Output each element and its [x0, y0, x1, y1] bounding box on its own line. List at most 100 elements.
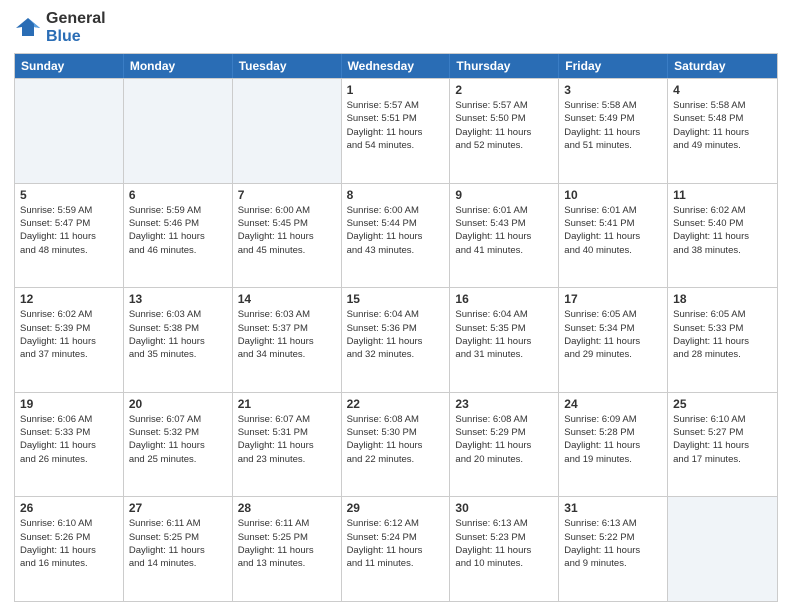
calendar-cell: 6 Sunrise: 5:59 AM Sunset: 5:46 PM Daylig…: [124, 184, 233, 288]
day-info: Sunrise: 5:59 AM Sunset: 5:46 PM Dayligh…: [129, 204, 227, 257]
day-number: 9: [455, 188, 553, 202]
day-info: Sunrise: 6:10 AM Sunset: 5:26 PM Dayligh…: [20, 517, 118, 570]
day-info: Sunrise: 6:05 AM Sunset: 5:33 PM Dayligh…: [673, 308, 772, 361]
day-info: Sunrise: 6:13 AM Sunset: 5:23 PM Dayligh…: [455, 517, 553, 570]
day-number: 23: [455, 397, 553, 411]
calendar-cell: 24Sunrise: 6:09 AM Sunset: 5:28 PM Dayli…: [559, 393, 668, 497]
calendar-cell: 13 Sunrise: 6:03 AM Sunset: 5:38 PM Dayli…: [124, 288, 233, 392]
calendar-body: 1 Sunrise: 5:57 AM Sunset: 5:51 PM Daylig…: [15, 78, 777, 601]
weekday-header: Wednesday: [342, 54, 451, 78]
weekday-header: Friday: [559, 54, 668, 78]
calendar-cell: 4 Sunrise: 5:58 AM Sunset: 5:48 PM Daylig…: [668, 79, 777, 183]
calendar-cell: 2 Sunrise: 5:57 AM Sunset: 5:50 PM Daylig…: [450, 79, 559, 183]
day-info: Sunrise: 5:58 AM Sunset: 5:48 PM Dayligh…: [673, 99, 772, 152]
empty-cell: [668, 497, 777, 601]
calendar-cell: 28 Sunrise: 6:11 AM Sunset: 5:25 PM Dayli…: [233, 497, 342, 601]
day-info: Sunrise: 6:11 AM Sunset: 5:25 PM Dayligh…: [129, 517, 227, 570]
day-info: Sunrise: 6:03 AM Sunset: 5:37 PM Dayligh…: [238, 308, 336, 361]
empty-cell: [233, 79, 342, 183]
day-info: Sunrise: 6:10 AM Sunset: 5:27 PM Dayligh…: [673, 413, 772, 466]
calendar-row: 26 Sunrise: 6:10 AM Sunset: 5:26 PM Dayli…: [15, 496, 777, 601]
calendar-header: SundayMondayTuesdayWednesdayThursdayFrid…: [15, 54, 777, 78]
calendar: SundayMondayTuesdayWednesdayThursdayFrid…: [14, 53, 778, 602]
day-number: 16: [455, 292, 553, 306]
day-number: 27: [129, 501, 227, 515]
calendar-cell: 11 Sunrise: 6:02 AM Sunset: 5:40 PM Dayli…: [668, 184, 777, 288]
calendar-cell: 26 Sunrise: 6:10 AM Sunset: 5:26 PM Dayli…: [15, 497, 124, 601]
calendar-cell: 17 Sunrise: 6:05 AM Sunset: 5:34 PM Dayli…: [559, 288, 668, 392]
day-number: 28: [238, 501, 336, 515]
day-info: Sunrise: 6:01 AM Sunset: 5:41 PM Dayligh…: [564, 204, 662, 257]
calendar-cell: 27 Sunrise: 6:11 AM Sunset: 5:25 PM Dayli…: [124, 497, 233, 601]
calendar-cell: 3 Sunrise: 5:58 AM Sunset: 5:49 PM Daylig…: [559, 79, 668, 183]
empty-cell: [15, 79, 124, 183]
day-number: 24: [564, 397, 662, 411]
day-info: Sunrise: 5:59 AM Sunset: 5:47 PM Dayligh…: [20, 204, 118, 257]
day-info: Sunrise: 6:06 AM Sunset: 5:33 PM Dayligh…: [20, 413, 118, 466]
calendar-row: 12Sunrise: 6:02 AM Sunset: 5:39 PM Dayli…: [15, 287, 777, 392]
weekday-header: Saturday: [668, 54, 777, 78]
calendar-cell: 19 Sunrise: 6:06 AM Sunset: 5:33 PM Dayli…: [15, 393, 124, 497]
calendar-cell: 31Sunrise: 6:13 AM Sunset: 5:22 PM Dayli…: [559, 497, 668, 601]
day-number: 20: [129, 397, 227, 411]
weekday-header: Thursday: [450, 54, 559, 78]
day-info: Sunrise: 6:07 AM Sunset: 5:32 PM Dayligh…: [129, 413, 227, 466]
day-number: 21: [238, 397, 336, 411]
calendar-cell: 9Sunrise: 6:01 AM Sunset: 5:43 PM Daylig…: [450, 184, 559, 288]
day-number: 8: [347, 188, 445, 202]
day-number: 6: [129, 188, 227, 202]
day-number: 29: [347, 501, 445, 515]
calendar-cell: 8 Sunrise: 6:00 AM Sunset: 5:44 PM Daylig…: [342, 184, 451, 288]
day-number: 11: [673, 188, 772, 202]
weekday-header: Tuesday: [233, 54, 342, 78]
day-number: 19: [20, 397, 118, 411]
day-number: 5: [20, 188, 118, 202]
day-info: Sunrise: 6:13 AM Sunset: 5:22 PM Dayligh…: [564, 517, 662, 570]
calendar-cell: 23 Sunrise: 6:08 AM Sunset: 5:29 PM Dayli…: [450, 393, 559, 497]
day-number: 26: [20, 501, 118, 515]
logo-general: General: [46, 10, 106, 28]
calendar-cell: 10 Sunrise: 6:01 AM Sunset: 5:41 PM Dayli…: [559, 184, 668, 288]
day-number: 1: [347, 83, 445, 97]
calendar-row: 19 Sunrise: 6:06 AM Sunset: 5:33 PM Dayli…: [15, 392, 777, 497]
day-info: Sunrise: 6:04 AM Sunset: 5:35 PM Dayligh…: [455, 308, 553, 361]
page-container: General Blue SundayMondayTuesdayWednesda…: [0, 0, 792, 612]
day-info: Sunrise: 6:11 AM Sunset: 5:25 PM Dayligh…: [238, 517, 336, 570]
day-info: Sunrise: 6:02 AM Sunset: 5:39 PM Dayligh…: [20, 308, 118, 361]
day-info: Sunrise: 5:57 AM Sunset: 5:50 PM Dayligh…: [455, 99, 553, 152]
day-number: 4: [673, 83, 772, 97]
day-number: 22: [347, 397, 445, 411]
weekday-header: Monday: [124, 54, 233, 78]
calendar-cell: 29Sunrise: 6:12 AM Sunset: 5:24 PM Dayli…: [342, 497, 451, 601]
day-info: Sunrise: 6:00 AM Sunset: 5:44 PM Dayligh…: [347, 204, 445, 257]
calendar-cell: 1 Sunrise: 5:57 AM Sunset: 5:51 PM Daylig…: [342, 79, 451, 183]
day-number: 3: [564, 83, 662, 97]
day-number: 2: [455, 83, 553, 97]
day-info: Sunrise: 5:58 AM Sunset: 5:49 PM Dayligh…: [564, 99, 662, 152]
logo-blue: Blue: [46, 28, 106, 46]
day-number: 15: [347, 292, 445, 306]
day-number: 17: [564, 292, 662, 306]
calendar-row: 5 Sunrise: 5:59 AM Sunset: 5:47 PM Daylig…: [15, 183, 777, 288]
day-info: Sunrise: 6:02 AM Sunset: 5:40 PM Dayligh…: [673, 204, 772, 257]
calendar-cell: 15Sunrise: 6:04 AM Sunset: 5:36 PM Dayli…: [342, 288, 451, 392]
calendar-cell: 25 Sunrise: 6:10 AM Sunset: 5:27 PM Dayli…: [668, 393, 777, 497]
calendar-row: 1 Sunrise: 5:57 AM Sunset: 5:51 PM Daylig…: [15, 78, 777, 183]
calendar-cell: 5 Sunrise: 5:59 AM Sunset: 5:47 PM Daylig…: [15, 184, 124, 288]
logo-icon: [14, 14, 42, 42]
day-info: Sunrise: 6:05 AM Sunset: 5:34 PM Dayligh…: [564, 308, 662, 361]
day-info: Sunrise: 6:03 AM Sunset: 5:38 PM Dayligh…: [129, 308, 227, 361]
calendar-cell: 22Sunrise: 6:08 AM Sunset: 5:30 PM Dayli…: [342, 393, 451, 497]
calendar-cell: 21Sunrise: 6:07 AM Sunset: 5:31 PM Dayli…: [233, 393, 342, 497]
day-number: 30: [455, 501, 553, 515]
calendar-cell: 14 Sunrise: 6:03 AM Sunset: 5:37 PM Dayli…: [233, 288, 342, 392]
day-number: 7: [238, 188, 336, 202]
day-number: 25: [673, 397, 772, 411]
day-info: Sunrise: 5:57 AM Sunset: 5:51 PM Dayligh…: [347, 99, 445, 152]
calendar-cell: 18Sunrise: 6:05 AM Sunset: 5:33 PM Dayli…: [668, 288, 777, 392]
day-info: Sunrise: 6:08 AM Sunset: 5:29 PM Dayligh…: [455, 413, 553, 466]
day-number: 14: [238, 292, 336, 306]
day-number: 10: [564, 188, 662, 202]
day-number: 13: [129, 292, 227, 306]
calendar-cell: 16 Sunrise: 6:04 AM Sunset: 5:35 PM Dayli…: [450, 288, 559, 392]
